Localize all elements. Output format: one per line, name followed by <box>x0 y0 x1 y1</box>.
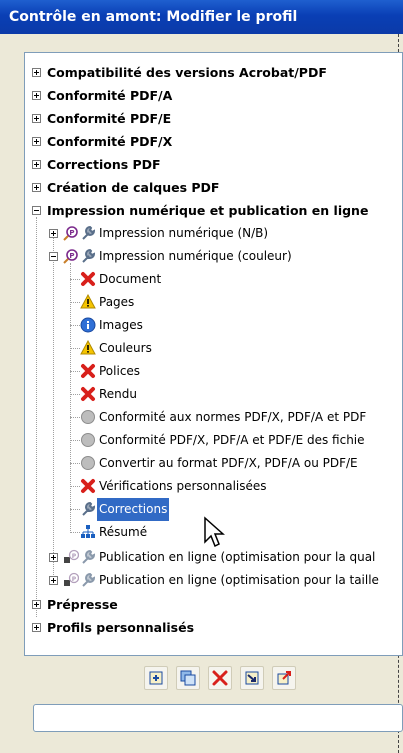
wrench-icon <box>82 248 96 263</box>
tree-item-rendu[interactable]: Rendu <box>25 383 402 406</box>
error-x-icon <box>81 364 95 378</box>
expand-icon[interactable] <box>32 160 41 169</box>
magnifier-profile-icon: P <box>63 226 78 241</box>
tree-item-polices[interactable]: Polices <box>25 360 402 383</box>
export-icon <box>277 671 291 685</box>
window-title: Contrôle en amont: Modifier le profil <box>9 9 298 25</box>
tree-item-pages[interactable]: Pages <box>25 291 402 314</box>
tree-item-verifications[interactable]: Vérifications personnalisées <box>25 475 402 498</box>
warning-icon <box>80 340 96 355</box>
warning-icon <box>80 294 96 309</box>
error-x-icon <box>81 387 95 401</box>
tree-item-pdfx[interactable]: Conformité PDF/X <box>25 130 402 153</box>
tree-item-calques[interactable]: Création de calques PDF <box>25 176 402 199</box>
selected-label: Corrections <box>97 498 170 521</box>
expand-icon[interactable] <box>32 114 41 123</box>
import-button[interactable] <box>240 666 264 690</box>
wrench-icon <box>82 501 96 516</box>
expand-icon[interactable] <box>49 576 58 585</box>
delete-button[interactable] <box>208 666 232 690</box>
svg-text:P: P <box>72 576 77 583</box>
tree-item-conformite-fichiers[interactable]: Conformité PDF/X, PDF/A et PDF/E des fic… <box>25 429 402 452</box>
expand-icon[interactable] <box>32 91 41 100</box>
expand-icon[interactable] <box>32 600 41 609</box>
duplicate-icon <box>180 670 196 686</box>
tree-item-impression-nb[interactable]: P Impression numérique (N/B) <box>25 222 402 245</box>
tree-item-profils-perso[interactable]: Profils personnalisés <box>25 616 402 639</box>
grey-circle-icon <box>81 433 95 447</box>
wrench-icon <box>82 572 96 587</box>
tree-item-conformite-normes[interactable]: Conformité aux normes PDF/X, PDF/A et PD… <box>25 406 402 429</box>
error-x-icon <box>81 272 95 286</box>
new-item-button[interactable] <box>144 666 168 690</box>
tree-item-online-size[interactable]: P Publication en ligne (optimisation pou… <box>25 569 402 592</box>
expand-icon[interactable] <box>32 68 41 77</box>
wrench-icon <box>82 225 96 240</box>
expand-icon[interactable] <box>49 553 58 562</box>
info-icon <box>80 317 96 333</box>
locked-profile-icon: P <box>64 572 79 586</box>
new-item-icon <box>149 671 163 685</box>
collapse-icon[interactable] <box>32 206 41 215</box>
tree-item-compat[interactable]: Compatibilité des versions Acrobat/PDF <box>25 61 402 84</box>
error-x-icon <box>81 479 95 493</box>
delete-icon <box>212 670 228 686</box>
svg-text:P: P <box>69 229 74 237</box>
expand-icon[interactable] <box>32 623 41 632</box>
tree-item-pdfa[interactable]: Conformité PDF/A <box>25 84 402 107</box>
tree-item-pdfe[interactable]: Conformité PDF/E <box>25 107 402 130</box>
tree-item-images[interactable]: Images <box>25 314 402 337</box>
duplicate-button[interactable] <box>176 666 200 690</box>
profile-text-field[interactable] <box>33 704 403 732</box>
expand-icon[interactable] <box>32 183 41 192</box>
locked-profile-icon: P <box>64 549 79 563</box>
import-icon <box>245 671 259 685</box>
window-title-bar: Contrôle en amont: Modifier le profil <box>0 0 403 34</box>
grey-circle-icon <box>81 456 95 470</box>
expand-icon[interactable] <box>32 137 41 146</box>
magnifier-profile-icon: P <box>63 249 78 264</box>
tree-item-convertir[interactable]: Convertir au format PDF/X, PDF/A ou PDF/… <box>25 452 402 475</box>
wrench-icon <box>82 549 96 564</box>
tree-item-document[interactable]: Document <box>25 268 402 291</box>
svg-text:P: P <box>72 553 77 560</box>
summary-tree-icon <box>81 525 95 538</box>
tree-item-couleurs[interactable]: Couleurs <box>25 337 402 360</box>
collapse-icon[interactable] <box>49 252 58 261</box>
mouse-cursor-icon <box>204 516 225 548</box>
svg-text:P: P <box>69 252 74 260</box>
tree-item-impression-couleur[interactable]: P Impression numérique (couleur) <box>25 245 402 268</box>
tree-item-online-quality[interactable]: P Publication en ligne (optimisation pou… <box>25 546 402 569</box>
tree-item-impression-publication[interactable]: Impression numérique et publication en l… <box>25 199 402 222</box>
profile-tree[interactable]: Compatibilité des versions Acrobat/PDF C… <box>24 52 403 656</box>
tree-item-prepresse[interactable]: Prépresse <box>25 593 402 616</box>
expand-icon[interactable] <box>49 229 58 238</box>
tree-item-corrections-pdf[interactable]: Corrections PDF <box>25 153 402 176</box>
export-button[interactable] <box>272 666 296 690</box>
grey-circle-icon <box>81 410 95 424</box>
